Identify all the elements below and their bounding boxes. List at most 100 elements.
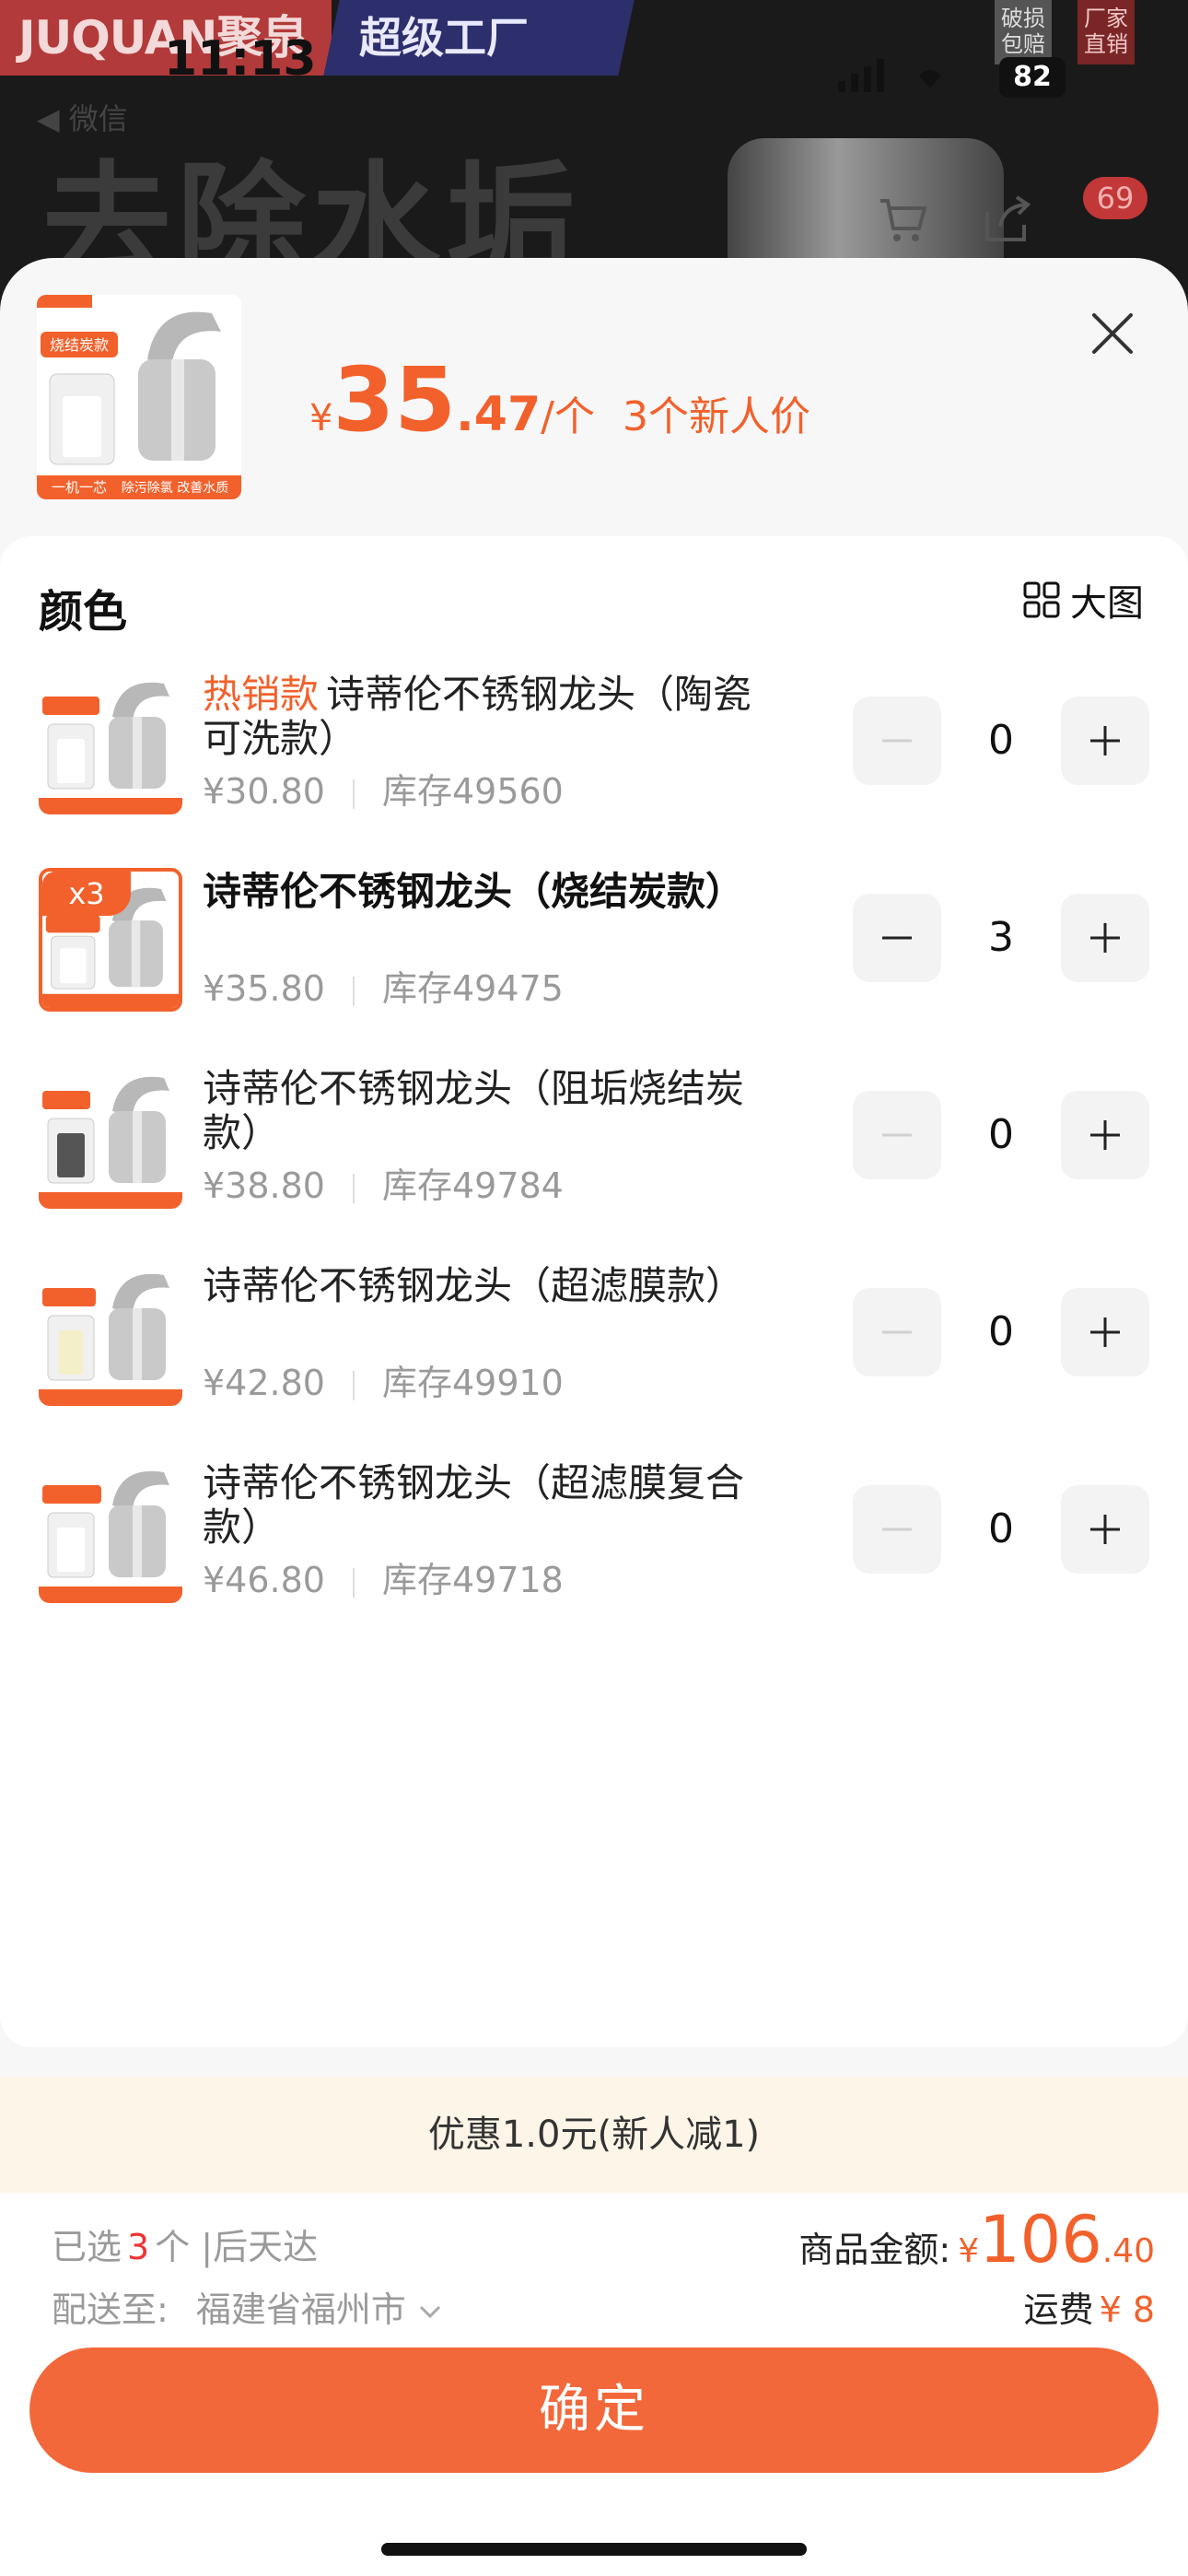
option-title-text: 诗蒂伦不锈钢龙头（超滤膜复合款） [203,1460,745,1550]
option-title: 诗蒂伦不锈钢龙头（烧结炭款） [203,870,774,914]
quantity-value[interactable]: 3 [941,894,1061,982]
back-to-wechat[interactable]: ◀ 微信 [37,96,128,138]
option-title-text: 诗蒂伦不锈钢龙头（烧结炭款） [203,869,745,914]
amount-decimal: .40 [1101,2232,1155,2270]
quantity-value[interactable]: 0 [941,1485,1061,1574]
close-button[interactable] [1089,310,1136,357]
product-thumbnail[interactable]: 烧结炭款 一机一芯 除污除氯 改善水质 [37,295,241,499]
discount-banner: 优惠1.0元(新人减1) [0,2077,1188,2193]
option-meta: ¥38.80 库存49784 [203,1157,564,1208]
minus-icon [882,1330,912,1334]
divider [352,976,355,1006]
option-title: 热销款 诗蒂伦不锈钢龙头（陶瓷可洗款） [203,673,774,761]
decrement-button[interactable] [853,1288,941,1376]
divider [352,1567,355,1598]
divider [352,779,355,809]
option-meta: ¥42.80 库存49910 [203,1354,564,1405]
option-stock: 库存49718 [381,1560,564,1600]
option-price: ¥42.80 [203,1363,325,1403]
option-price: ¥46.80 [203,1560,325,1600]
selected-qty-badge: x3 [42,872,131,916]
option-title: 诗蒂伦不锈钢龙头（阻垢烧结炭款） [203,1067,774,1155]
list-item[interactable]: 诗蒂伦不锈钢龙头（超滤膜复合款） ¥46.80 库存49718 0 [0,1445,1188,1620]
new-user-price-tag: 3个新人价 [623,393,810,440]
option-stock: 库存49560 [381,771,564,812]
quantity-value[interactable]: 0 [941,697,1061,785]
home-indicator[interactable] [381,2543,807,2556]
increment-button[interactable] [1061,1288,1149,1376]
option-thumbnail[interactable] [39,1262,182,1406]
decrement-button[interactable] [853,1091,941,1179]
list-item[interactable]: x3 诗蒂伦不锈钢龙头（烧结炭款） ¥35.80 库存49475 3 [0,853,1188,1028]
factory-banner: 超级工厂 [323,0,635,76]
confirm-button[interactable]: 确定 [29,2348,1159,2473]
big-view-toggle[interactable]: 大图 [1022,577,1144,625]
decrement-button[interactable] [853,1485,941,1574]
option-title-text: 诗蒂伦不锈钢龙头（阻垢烧结炭款） [203,1066,745,1155]
price-currency: ¥ [309,397,333,439]
decrement-button[interactable] [853,697,941,785]
option-stock: 库存49475 [381,968,564,1009]
deliver-label: 配送至: [52,2289,169,2330]
option-meta: ¥30.80 库存49560 [203,763,564,814]
plus-icon [1090,1120,1120,1150]
option-stock: 库存49784 [381,1165,564,1206]
divider [352,1370,355,1400]
amount-integer: 106 [979,2202,1102,2277]
selected-summary: 已选 3 个 |后天达 [52,2219,318,2269]
status-time: 11:13 [164,31,317,87]
plus-icon [1090,726,1120,755]
big-view-label: 大图 [1070,582,1144,625]
cart-count-badge: 69 [1083,177,1147,219]
shipping-fee: 运费 ¥ 8 [1024,2281,1155,2332]
list-item[interactable]: 诗蒂伦不锈钢龙头（阻垢烧结炭款） ¥38.80 库存49784 0 [0,1050,1188,1225]
plus-icon [1090,1515,1120,1544]
decrement-button[interactable] [853,894,941,982]
list-item[interactable]: 诗蒂伦不锈钢龙头（超滤膜款） ¥42.80 库存49910 0 [0,1247,1188,1423]
thumb-tag: 烧结炭款 [50,336,109,354]
amount-label: 商品金额: [798,2230,951,2270]
increment-button[interactable] [1061,697,1149,785]
option-thumbnail[interactable]: x3 [39,868,182,1012]
divider [352,1173,355,1203]
quantity-value[interactable]: 0 [941,1288,1061,1376]
option-price: ¥38.80 [203,1165,325,1206]
badge-direct: 厂家直销 [1077,0,1135,64]
thumb-bottom-label-2: 除污除氯 改善水质 [122,481,228,496]
battery-icon: 82 [999,57,1066,98]
increment-button[interactable] [1061,1485,1149,1574]
price-unit: /个 [541,393,595,440]
list-item[interactable]: 热销款 诗蒂伦不锈钢龙头（陶瓷可洗款） ¥30.80 库存49560 0 [0,656,1188,831]
deliver-location[interactable]: 福建省福州市 [196,2289,406,2330]
selected-count: 3 [127,2227,150,2267]
checkout-footer: 已选 3 个 |后天达 配送至: 福建省福州市 商品金额: ¥106.40 运费 ¥ 8 … [0,2193,1188,2576]
minus-icon [882,1133,912,1137]
cart-icon[interactable] [877,193,928,245]
plus-icon [1090,923,1120,953]
option-title-text: 诗蒂伦不锈钢龙头（超滤膜款） [203,1263,745,1308]
delivery-address[interactable]: 配送至: 福建省福州市 [52,2281,443,2332]
ship-value: ¥ 8 [1099,2289,1155,2330]
quantity-value[interactable]: 0 [941,1091,1061,1179]
price-decimal: .47 [456,387,542,442]
selected-suffix: 个 |后天达 [155,2227,319,2267]
increment-button[interactable] [1061,1091,1149,1179]
option-stock: 库存49910 [381,1363,564,1403]
option-price: ¥35.80 [203,968,325,1009]
option-meta: ¥46.80 库存49718 [203,1551,564,1602]
hot-tag: 热销款 [203,672,320,717]
minus-icon [882,1528,912,1531]
close-icon [1092,313,1133,354]
thumb-bottom-label: 一机一芯 [52,479,107,496]
price-integer: 35 [332,348,457,451]
increment-button[interactable] [1061,894,1149,982]
option-thumbnail[interactable] [39,671,182,814]
badge-damage: 破损包赔 [995,0,1052,64]
goods-amount: 商品金额: ¥106.40 [798,2202,1155,2277]
signal-icon [838,57,976,102]
factory-label: 超级工厂 [359,13,529,63]
option-thumbnail[interactable] [39,1065,182,1209]
option-title: 诗蒂伦不锈钢龙头（超滤膜款） [203,1264,774,1308]
option-thumbnail[interactable] [39,1459,182,1603]
share-icon[interactable] [982,193,1033,245]
